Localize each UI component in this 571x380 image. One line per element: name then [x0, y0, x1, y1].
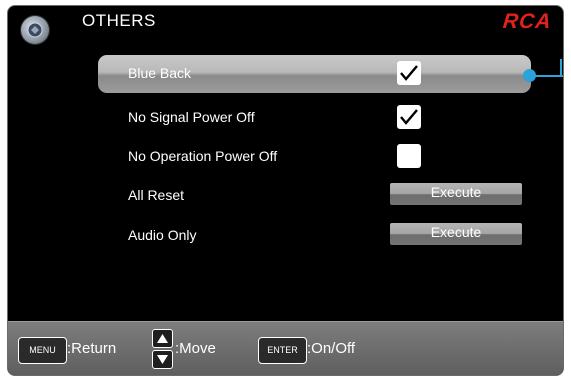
- menu-item-label: No Signal Power Off: [128, 109, 255, 125]
- menu-item-no-operation-power-off[interactable]: No Operation Power Off: [98, 138, 531, 174]
- selection-indicator-dot: [523, 69, 536, 82]
- all-reset-execute-button[interactable]: Execute: [390, 183, 522, 205]
- brand-logo: RCA: [501, 10, 553, 33]
- menu-item-no-signal-power-off[interactable]: No Signal Power Off: [98, 99, 531, 135]
- tv-osd-window: OTHERS RCA Blue Back No Signal Power Off…: [7, 5, 564, 376]
- on-off-hint: :On/Off: [307, 340, 356, 357]
- audio-only-execute-button[interactable]: Execute: [390, 223, 522, 245]
- checkmark-icon: [400, 65, 418, 81]
- menu-item-label: Blue Back: [128, 65, 192, 81]
- footer-help-bar: MENU :Return :Move ENTER :On/Off: [8, 321, 563, 375]
- menu-item-label: All Reset: [128, 187, 185, 203]
- menu-item-blue-back[interactable]: Blue Back: [98, 55, 531, 93]
- menu-item-label: Audio Only: [128, 227, 197, 243]
- menu-item-all-reset[interactable]: All Reset Execute: [98, 177, 531, 213]
- menu-list: Blue Back No Signal Power Off No Operati…: [8, 53, 563, 293]
- menu-title: OTHERS: [82, 11, 156, 30]
- no-signal-power-off-checkbox[interactable]: [397, 105, 421, 129]
- move-hint: :Move: [175, 340, 216, 357]
- menu-key-icon: MENU: [18, 337, 67, 364]
- arrow-down-icon: [152, 350, 173, 369]
- no-operation-power-off-checkbox[interactable]: [397, 144, 421, 168]
- menu-item-audio-only[interactable]: Audio Only Execute: [98, 217, 531, 253]
- checkmark-icon: [400, 109, 418, 125]
- menu-item-label: No Operation Power Off: [128, 148, 278, 164]
- blue-back-checkbox[interactable]: [397, 61, 421, 85]
- return-hint: :Return: [67, 340, 117, 357]
- arrow-up-icon: [152, 329, 173, 348]
- settings-globe-icon: [21, 16, 49, 44]
- enter-key-icon: ENTER: [258, 337, 307, 364]
